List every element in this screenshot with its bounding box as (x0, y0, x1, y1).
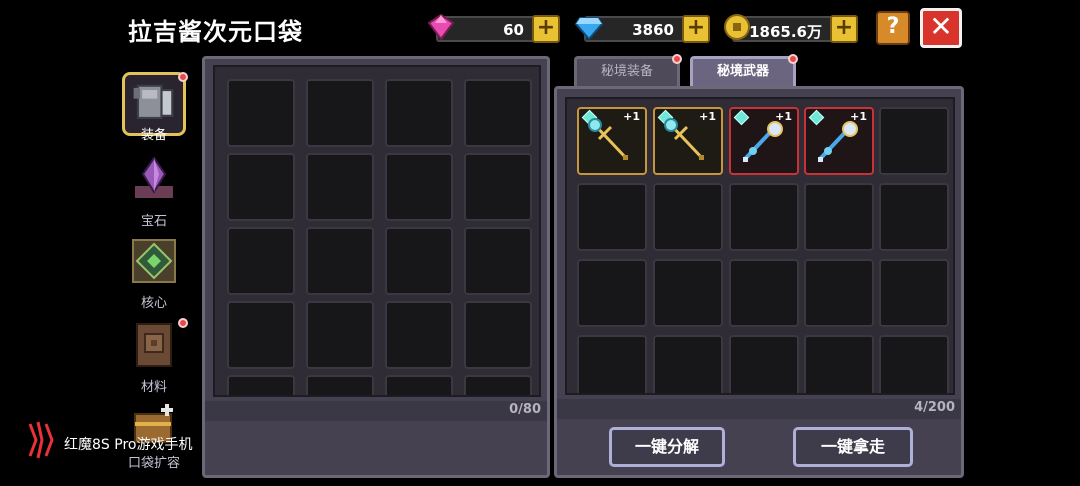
tab-equipment-badge (672, 54, 682, 64)
sidebar-label-expand: 口袋扩容 (127, 456, 180, 471)
sidebar-item-materials[interactable]: 材料 (122, 318, 186, 395)
help-button[interactable]: ? (876, 11, 910, 45)
weapon-slot-empty[interactable] (879, 183, 949, 251)
weapon-slot[interactable]: +1 (804, 107, 874, 175)
bag-slot[interactable] (385, 153, 453, 221)
sidebar-label-materials: 材料 (140, 380, 167, 395)
weapon-slot[interactable]: +1 (729, 107, 799, 175)
gem-crystal-icon (135, 156, 173, 198)
crystal-scepter-icon (743, 121, 783, 162)
bag-slot[interactable] (464, 79, 532, 147)
currency-pink-gem: 60 + (427, 13, 560, 43)
bag-grid[interactable] (213, 65, 541, 397)
weapon-slot-empty[interactable] (653, 183, 723, 251)
blue-diamond-icon (574, 17, 604, 41)
material-book-icon (136, 323, 172, 367)
weapon-slot-empty[interactable] (577, 259, 647, 327)
currency-gold-coin: 1865.6万 + (724, 14, 858, 43)
bag-slot[interactable] (306, 79, 374, 147)
bag-slot[interactable] (385, 375, 453, 395)
bag-slot[interactable] (385, 301, 453, 369)
tab-secret-equipment[interactable]: 秘境装备 (574, 56, 680, 86)
bag-slot[interactable] (385, 227, 453, 295)
bag-slot[interactable] (306, 227, 374, 295)
take-all-button[interactable]: 一键拿走 (793, 427, 913, 467)
sidebar-label-gems: 宝石 (140, 214, 167, 229)
currency-blue-diamond: 3860 + (574, 15, 710, 43)
blue-diamond-value: 3860 (632, 21, 674, 39)
weapon-slot-empty[interactable] (729, 183, 799, 251)
bag-slot[interactable] (385, 79, 453, 147)
bag-slot[interactable] (464, 153, 532, 221)
bag-slot[interactable] (227, 153, 295, 221)
weapon-slot-empty[interactable] (879, 335, 949, 393)
core-icon (132, 239, 176, 283)
bag-slot[interactable] (464, 375, 532, 395)
sidebar-item-core[interactable]: 核心 (122, 234, 186, 311)
weapons-grid[interactable]: +1 +1 +1 +1 (565, 97, 955, 395)
bag-slot[interactable] (306, 375, 374, 395)
weapon-slot-empty[interactable] (804, 183, 874, 251)
bag-count: 0/80 (509, 402, 541, 417)
weapon-slot[interactable]: +1 (577, 107, 647, 175)
sidebar-item-equipment[interactable]: 装备 (122, 72, 186, 143)
weapons-count: 4/200 (914, 400, 955, 415)
gold-coin-icon (724, 14, 750, 40)
light-staff-icon (664, 118, 705, 161)
bag-slot[interactable] (227, 227, 295, 295)
decompose-all-button[interactable]: 一键分解 (609, 427, 725, 467)
bag-slot[interactable] (227, 79, 295, 147)
watermark-text: 红魔8S Pro游戏手机 (64, 437, 193, 453)
weapon-slot-empty[interactable] (577, 183, 647, 251)
weapon-slot-empty[interactable] (879, 259, 949, 327)
materials-badge (178, 318, 188, 328)
weapon-slot-empty[interactable] (653, 335, 723, 393)
weapon-slot-empty[interactable] (879, 107, 949, 175)
tab-weapons-badge (788, 54, 798, 64)
bag-count-bar: 0/80 (205, 401, 547, 421)
bag-slot[interactable] (227, 375, 295, 395)
weapon-slot-empty[interactable] (804, 335, 874, 393)
bag-slot[interactable] (306, 153, 374, 221)
light-staff-icon (588, 118, 629, 161)
weapons-panel: +1 +1 +1 +1 4/200 一键分解 一键拿走 (554, 86, 964, 478)
pink-gem-icon (427, 13, 455, 41)
weapons-count-bar: 4/200 (557, 399, 961, 419)
pink-gem-value: 60 (503, 21, 524, 39)
weapon-slot[interactable]: +1 (653, 107, 723, 175)
bag-slot[interactable] (306, 301, 374, 369)
equipment-badge (178, 72, 188, 82)
red-magic-logo-icon (28, 421, 54, 459)
bag-slot[interactable] (227, 301, 295, 369)
add-diamond-button[interactable]: + (682, 15, 710, 43)
bag-slot[interactable] (464, 301, 532, 369)
close-button[interactable]: ✕ (920, 8, 962, 48)
add-gold-button[interactable]: + (830, 15, 858, 43)
weapon-slot-empty[interactable] (653, 259, 723, 327)
add-pink-gem-button[interactable]: + (532, 15, 560, 43)
weapon-slot-empty[interactable] (577, 335, 647, 393)
weapon-slot-empty[interactable] (729, 259, 799, 327)
weapon-slot-empty[interactable] (729, 335, 799, 393)
tab-secret-weapons[interactable]: 秘境武器 (690, 56, 796, 86)
crystal-scepter-icon (818, 121, 858, 162)
page-title: 拉吉酱次元口袋 (128, 18, 303, 46)
bag-slot[interactable] (464, 227, 532, 295)
gold-coin-value: 1865.6万 (749, 23, 822, 41)
bag-panel: 0/80 (202, 56, 550, 478)
weapon-slot-empty[interactable] (804, 259, 874, 327)
sidebar-label-core: 核心 (140, 296, 167, 311)
sidebar-item-gems[interactable]: 宝石 (122, 152, 186, 229)
